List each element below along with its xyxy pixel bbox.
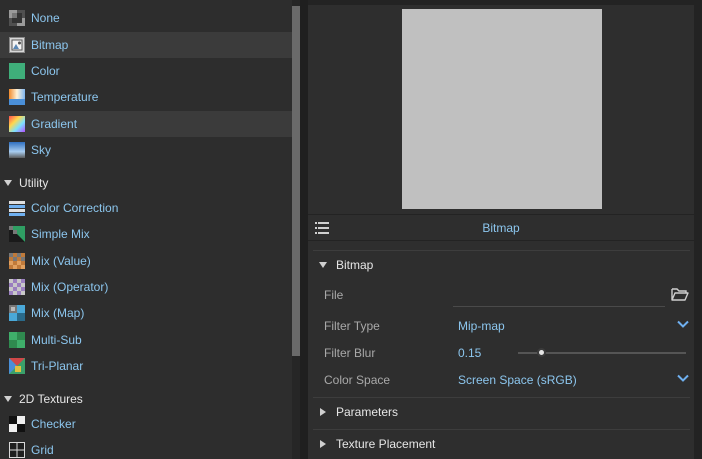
section-divider [313,250,690,251]
texture-title-bar: Bitmap [308,214,694,241]
texture-item-multi-sub[interactable]: Multi-Sub [0,327,292,353]
texture-item-label: Mix (Value) [31,254,91,268]
chevron-down-icon[interactable] [677,320,689,328]
texture-item-label: Gradient [31,117,78,131]
texture-item-label: Tri-Planar [31,359,84,373]
mix-map-icon [9,305,25,321]
color-space-dropdown[interactable]: Screen Space (sRGB) [458,373,577,387]
texture-item-label: Color Correction [31,201,119,215]
filter-type-label: Filter Type [324,319,380,333]
file-label: File [324,288,344,302]
filter-blur-slider-handle[interactable] [537,348,546,357]
caret-down-icon [319,262,327,268]
texture-type-list: None Bitmap Color Temperature Gradient S… [0,0,292,459]
multi-sub-icon [9,332,25,348]
section-divider [313,397,690,398]
texture-item-label: Mix (Operator) [31,280,109,294]
texture-item-label: None [31,11,60,25]
sky-texture-icon [9,142,25,158]
texture-title: Bitmap [482,221,520,235]
texture-item-bitmap[interactable]: Bitmap [0,32,292,58]
caret-down-icon [4,180,12,186]
texture-item-label: Color [31,64,60,78]
caret-right-icon [320,440,326,448]
texture-item-label: Sky [31,143,52,157]
texture-item-simple-mix[interactable]: Simple Mix [0,221,292,247]
color-space-label: Color Space [324,373,391,387]
none-texture-icon [9,10,25,26]
temperature-texture-icon [9,89,25,105]
section-label: Parameters [336,405,399,419]
editor-scrollbar-track[interactable] [694,0,702,459]
mix-operator-icon [9,279,25,295]
color-correction-icon [9,200,25,216]
texture-item-label: Mix (Map) [31,306,85,320]
checker-icon [9,416,25,432]
section-label: Texture Placement [336,437,436,451]
grid-icon [9,442,25,458]
texture-editor-panel: Bitmap Bitmap File Filter Type Mip-map F… [308,0,694,459]
texture-item-label: Multi-Sub [31,333,82,347]
simple-mix-icon [9,226,25,242]
texture-item-checker[interactable]: Checker [0,411,292,437]
category-header-utility[interactable]: Utility [0,170,292,196]
category-header-2d-textures[interactable]: 2D Textures [0,386,292,412]
texture-item-label: Bitmap [31,38,69,52]
gradient-texture-icon [9,116,25,132]
texture-item-gradient[interactable]: Gradient [0,111,292,137]
section-divider [313,429,690,430]
texture-item-mix-operator[interactable]: Mix (Operator) [0,274,292,300]
folder-open-icon[interactable] [671,287,689,301]
texture-item-temperature[interactable]: Temperature [0,84,292,110]
texture-item-label: Checker [31,417,76,431]
file-path-field[interactable] [453,306,665,307]
texture-item-sky[interactable]: Sky [0,137,292,163]
texture-item-mix-map[interactable]: Mix (Map) [0,300,292,326]
category-label: Utility [19,176,49,190]
list-scrollbar-thumb[interactable] [292,6,300,356]
panel-top-edge [308,0,702,5]
section-header-bitmap[interactable]: Bitmap [313,252,690,278]
mix-value-icon [9,253,25,269]
filter-blur-value[interactable]: 0.15 [458,346,481,360]
filter-type-dropdown[interactable]: Mip-map [458,319,505,333]
tri-planar-icon [9,358,25,374]
texture-item-color[interactable]: Color [0,58,292,84]
caret-down-icon [4,396,12,402]
texture-item-label: Simple Mix [31,227,90,241]
section-header-texture-placement[interactable]: Texture Placement [313,431,690,457]
chevron-down-icon[interactable] [677,374,689,382]
texture-item-none[interactable]: None [0,5,292,31]
texture-item-mix-value[interactable]: Mix (Value) [0,248,292,274]
color-texture-icon [9,63,25,79]
texture-item-grid[interactable]: Grid [0,437,292,459]
bitmap-texture-icon [9,37,25,53]
caret-right-icon [320,408,326,416]
filter-blur-label: Filter Blur [324,346,376,360]
panel-splitter[interactable] [300,0,308,459]
section-header-parameters[interactable]: Parameters [313,399,690,425]
texture-item-color-correction[interactable]: Color Correction [0,195,292,221]
texture-item-label: Temperature [31,90,99,104]
texture-item-label: Grid [31,443,54,457]
texture-item-tri-planar[interactable]: Tri-Planar [0,353,292,379]
category-label: 2D Textures [19,392,83,406]
section-label: Bitmap [336,258,374,272]
texture-preview [402,9,602,209]
